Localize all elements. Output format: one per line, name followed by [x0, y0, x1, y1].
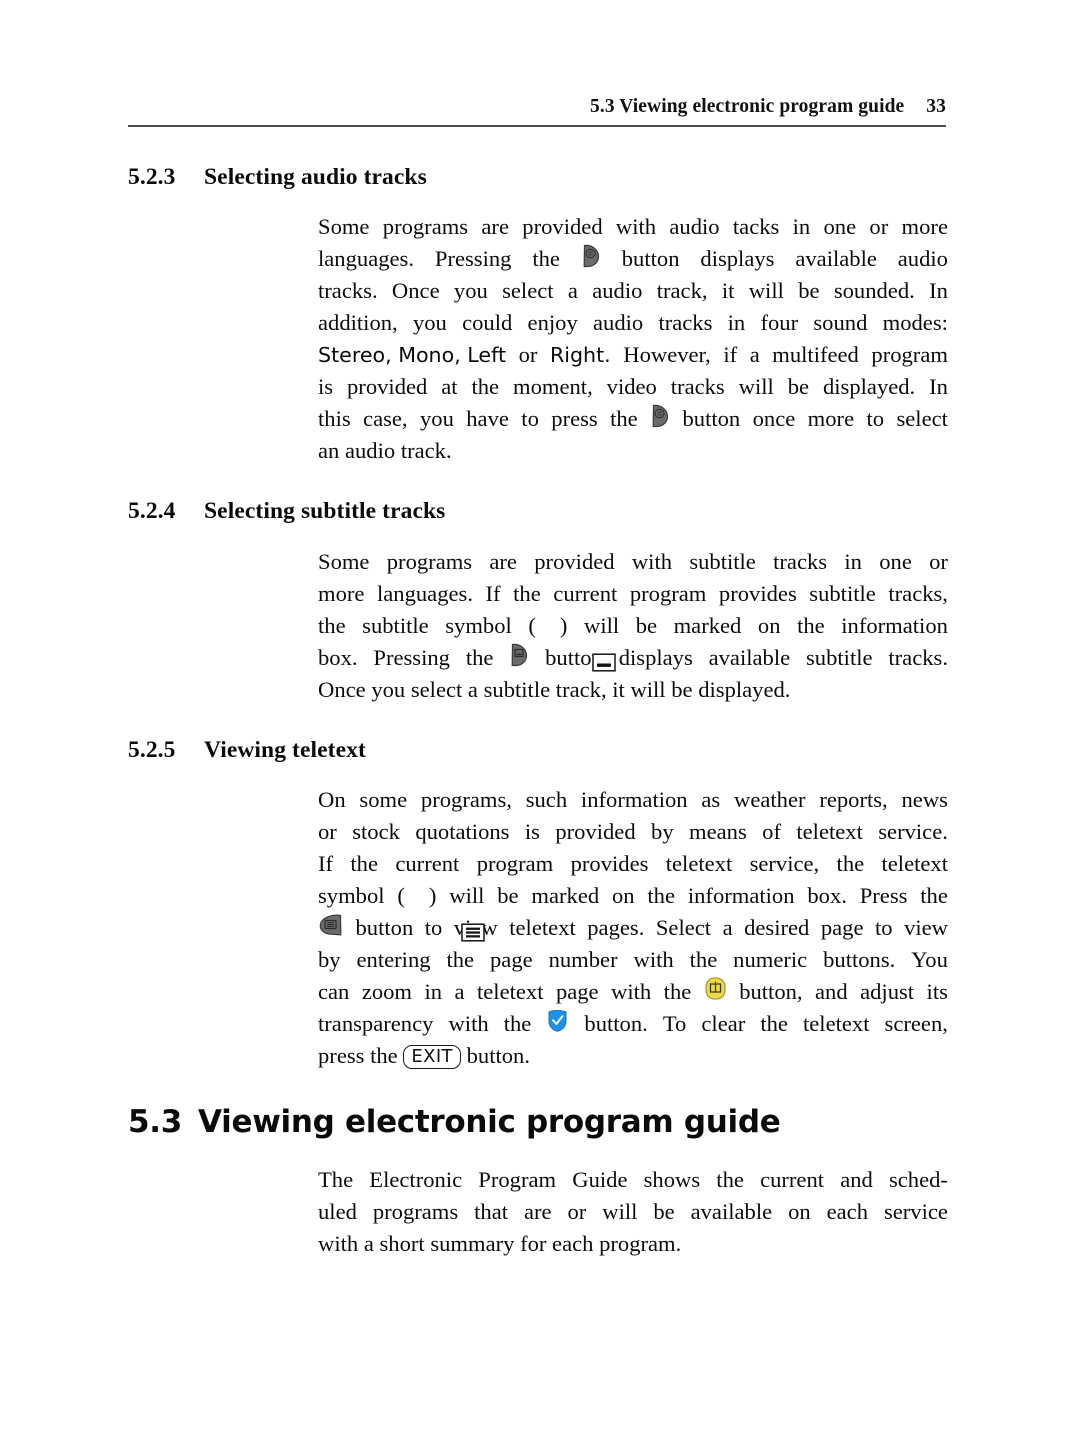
remote-audio-key-icon — [650, 403, 670, 428]
text-line: On some programs, such information as we… — [318, 787, 948, 812]
text-line: Some programs are provided with audio ta… — [318, 214, 948, 239]
text-line: tracks. Once you select a audio track, i… — [318, 278, 948, 303]
text-line: Some programs are provided with subtitle… — [318, 549, 948, 574]
heading-5-2-5-title: Viewing teletext — [204, 737, 366, 763]
text-line: uled programs that are or will be availa… — [318, 1199, 948, 1224]
heading-5-2-4-number: 5.2.4 — [128, 498, 176, 524]
text-line: If the current program provides teletext… — [318, 851, 948, 876]
text-line: box. Pressing the button displays availa… — [318, 642, 948, 674]
text-line: The Electronic Program Guide shows the c… — [318, 1167, 948, 1192]
heading-5-2-4-title: Selecting subtitle tracks — [204, 498, 446, 524]
text-line: can zoom in a teletext page with the but… — [318, 976, 948, 1008]
remote-subtitle-key-icon — [509, 642, 529, 667]
text-line: Stereo, Mono, Left or Right. However, if… — [318, 339, 948, 371]
subtitle-symbol-icon — [536, 617, 617, 672]
paragraph-teletext: On some programs, such information as we… — [318, 784, 948, 1072]
exit-key-icon: EXIT — [403, 1045, 461, 1069]
zoom-yellow-key-icon — [704, 976, 727, 1001]
paragraph-subtitle-tracks: Some programs are provided with subtitle… — [318, 546, 948, 706]
document-page: 5.3 Viewing electronic program guide 33 … — [0, 0, 1080, 1439]
paragraph-epg-intro: The Electronic Program Guide shows the c… — [318, 1164, 948, 1260]
text-line: the subtitle symbol ( ) will be marked o… — [318, 610, 948, 672]
text-line: symbol ( ) will be marked on the informa… — [318, 880, 948, 942]
text-line: transparency with the button. To clear t… — [318, 1008, 948, 1040]
heading-5-3-title: Viewing electronic program guide — [198, 1104, 781, 1140]
text-line: Once you select a subtitle track, it wil… — [318, 677, 791, 702]
text-line: an audio track. — [318, 438, 452, 463]
header-rule — [128, 125, 946, 127]
text-line: or stock quotations is provided by means… — [318, 819, 948, 844]
heading-5-3-number: 5.3 — [128, 1104, 183, 1140]
sound-modes-label: Stereo, Mono, Left — [318, 343, 507, 367]
page-number: 33 — [926, 96, 946, 117]
teletext-symbol-icon — [405, 887, 486, 942]
text-line: languages. Pressing the button displays … — [318, 243, 948, 275]
heading-5-3: 5.3 Viewing electronic program guide — [128, 1104, 781, 1140]
paragraph-audio-tracks: Some programs are provided with audio ta… — [318, 211, 948, 467]
text-line: addition, you could enjoy audio tracks i… — [318, 310, 948, 335]
transparency-blue-check-key-icon — [546, 1008, 569, 1033]
text-line: press the EXIT button. — [318, 1043, 530, 1069]
text-line: this case, you have to press the button … — [318, 403, 948, 435]
text-line: is provided at the moment, video tracks … — [318, 374, 948, 399]
heading-5-2-5-number: 5.2.5 — [128, 737, 176, 763]
remote-audio-key-icon — [581, 243, 601, 268]
text-line: with a short summary for each program. — [318, 1231, 682, 1256]
heading-5-2-3-number: 5.2.3 — [128, 164, 176, 190]
text-line: more languages. If the current program p… — [318, 581, 948, 606]
remote-teletext-key-icon — [318, 912, 344, 937]
header-title: 5.3 Viewing electronic program guide — [590, 96, 905, 117]
heading-5-2-3-title: Selecting audio tracks — [204, 164, 427, 190]
heading-5-2-3: 5.2.3 Selecting audio tracks — [128, 164, 427, 191]
heading-5-2-4: 5.2.4 Selecting subtitle tracks — [128, 498, 445, 525]
heading-5-2-5: 5.2.5 Viewing teletext — [128, 737, 366, 764]
